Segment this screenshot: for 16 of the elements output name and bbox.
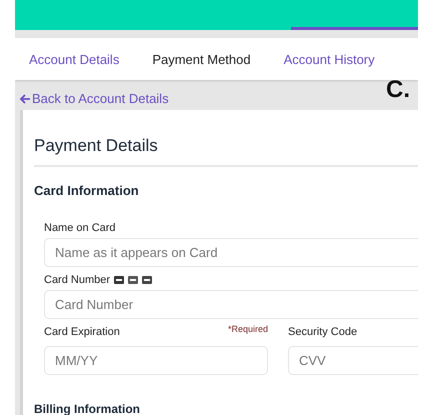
annotation-label: C. <box>386 78 410 102</box>
nav-tab[interactable]: Account History <box>282 52 391 66</box>
input-field[interactable]: Card Number <box>44 290 418 319</box>
field-label: Name on Card <box>44 222 116 234</box>
card-title: Payment Details <box>34 136 418 167</box>
nav-tab[interactable]: Account Details <box>28 52 136 66</box>
required-note: *Required <box>228 324 268 334</box>
section-heading: Card Information <box>34 183 140 198</box>
input-field[interactable]: Name as it appears on Card <box>44 238 418 267</box>
field-label: Card Number <box>44 274 110 286</box>
nav-tab[interactable]: Payment Method <box>151 52 267 66</box>
field-label: Card Expiration <box>44 326 120 338</box>
field-label: Security Code <box>288 326 358 338</box>
back-link[interactable]: Back to Account Details <box>19 91 169 106</box>
input-field[interactable]: MM/YY <box>44 346 268 375</box>
input-field[interactable]: CVV <box>288 346 418 375</box>
